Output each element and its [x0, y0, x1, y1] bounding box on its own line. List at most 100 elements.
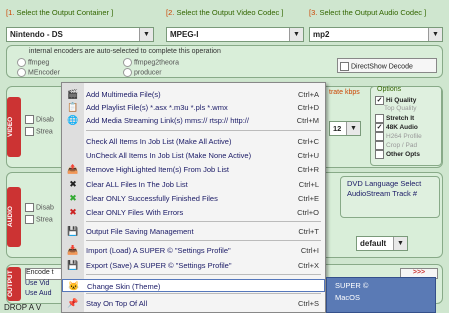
- option-stretch-it[interactable]: Stretch It: [375, 114, 414, 123]
- video-codec-select[interactable]: MPEG-I ▼: [166, 27, 304, 42]
- use-audio-option[interactable]: Use Aud: [25, 290, 51, 297]
- menu-item-label: Clear ONLY Successfully Finished Files: [86, 194, 218, 203]
- menu-item-shortcut: Ctrl+X: [297, 261, 319, 270]
- menu-item-clear-errors[interactable]: ✖ Clear ONLY Files With Errors Ctrl+O: [62, 206, 325, 219]
- settings-icon: [375, 150, 384, 159]
- option-other-opts[interactable]: Other Opts: [375, 150, 420, 159]
- encode-to-field[interactable]: Encode t: [25, 268, 63, 280]
- option-h264-label: H264 Profile: [386, 133, 422, 141]
- checkbox-icon: [25, 203, 34, 212]
- export-profile-icon: 💾: [67, 260, 79, 270]
- encoder-ffmpeg2theora-radio[interactable]: ffmpeg2theora: [123, 58, 179, 67]
- menu-item-shortcut: Ctrl+O: [297, 208, 319, 217]
- video-disable-checkbox[interactable]: Disab: [25, 115, 54, 124]
- settings-icon: [375, 132, 384, 141]
- encoder-mencoder-radio[interactable]: MEncoder: [17, 68, 60, 77]
- header-audio-text: Select the Output Audio Codec ]: [319, 8, 427, 17]
- audio-stream-label: Strea: [36, 216, 53, 224]
- menu-item-shortcut: Ctrl+R: [297, 165, 319, 174]
- menu-item-export-profile[interactable]: 💾 Export (Save) A SUPER © "Settings Profi…: [62, 259, 325, 272]
- menu-item-stay-on-top[interactable]: 📌 Stay On Top Of All Ctrl+S: [62, 297, 325, 310]
- stay-on-top-icon: 📌: [67, 298, 79, 308]
- menu-item-shortcut: Ctrl+I: [300, 246, 319, 255]
- options-title: Options: [377, 86, 402, 93]
- audio-side-label: AUDIO: [7, 187, 21, 247]
- header-audio: [3. Select the Output Audio Codec ]: [309, 8, 426, 22]
- video-disable-label: Disab: [36, 116, 54, 124]
- audio-disable-label: Disab: [36, 204, 54, 212]
- menu-item-label: Stay On Top Of All: [86, 299, 148, 308]
- option-48k-audio[interactable]: ✓ 48K Audio: [375, 123, 418, 132]
- dvd-track-select[interactable]: default ▼: [356, 236, 408, 251]
- skin-option-super[interactable]: SUPER ©: [335, 281, 368, 290]
- directshow-decode-checkbox[interactable]: DirectShow Decode: [337, 58, 437, 73]
- bitrate-select[interactable]: 12 ▼: [329, 121, 361, 136]
- checkbox-checked-icon: ✓: [375, 96, 384, 105]
- video-stream-checkbox[interactable]: Strea: [25, 127, 53, 136]
- dvd-language-label: DVD Language Select: [347, 179, 422, 188]
- options-panel: Options ✓ Hi Quality Top Quality Stretch …: [370, 86, 442, 166]
- dvd-language-panel: DVD Language Select AudioStream Track #: [340, 176, 440, 218]
- remove-highlighted-icon: 📤: [67, 164, 79, 174]
- dvd-audiostream-label: AudioStream Track #: [347, 189, 418, 198]
- option-top-quality[interactable]: Top Quality: [384, 105, 417, 112]
- streaming-icon: 🌐: [67, 115, 79, 125]
- menu-item-remove-highlighted[interactable]: 📤 Remove HighLighted Item(s) From Job Lis…: [62, 163, 325, 176]
- menu-item-shortcut: Ctrl+T: [298, 227, 319, 236]
- import-profile-icon: 📥: [67, 245, 79, 255]
- menu-separator: [86, 130, 321, 131]
- bitrate-label: trate kbps: [329, 89, 360, 96]
- menu-item-clear-finished[interactable]: ✖ Clear ONLY Successfully Finished Files C…: [62, 192, 325, 205]
- radio-icon: [17, 58, 26, 67]
- encoder-ffmpeg-radio[interactable]: ffmpeg: [17, 58, 49, 67]
- audio-codec-select[interactable]: mp2 ▼: [309, 27, 443, 42]
- menu-item-streaming[interactable]: 🌐 Add Media Streaming Link(s) mms:// rtsp…: [62, 114, 325, 127]
- chevron-down-icon: ▼: [346, 122, 360, 135]
- encoder-producer-label: producer: [134, 69, 162, 77]
- option-48k-label: 48K Audio: [386, 124, 418, 132]
- audio-stream-checkbox[interactable]: Strea: [25, 215, 53, 224]
- check-all-icon: [67, 136, 79, 147]
- checkbox-icon: [25, 215, 34, 224]
- option-h264-profile[interactable]: H264 Profile: [375, 132, 422, 141]
- menu-item-shortcut: Ctrl+L: [298, 180, 319, 189]
- menu-item-uncheck-all[interactable]: UnCheck All Items In Job List (Make None…: [62, 149, 325, 162]
- skin-option-macos[interactable]: MacOS: [335, 293, 360, 302]
- menu-item-clear-all[interactable]: ✖ Clear ALL Files In The Job List Ctrl+L: [62, 178, 325, 191]
- menu-separator: [86, 293, 321, 294]
- encoder-ffmpeg2theora-label: ffmpeg2theora: [134, 59, 180, 67]
- change-skin-icon: 🐱: [68, 281, 80, 291]
- checkbox-icon: [25, 127, 34, 136]
- menu-item-check-all[interactable]: Check All Items In Job List (Make All Ac…: [62, 135, 325, 148]
- add-file-icon: 🎬: [67, 89, 79, 99]
- encoder-mencoder-label: MEncoder: [28, 69, 60, 77]
- checkbox-checked-icon: ✓: [375, 123, 384, 132]
- chevron-down-icon: ▼: [139, 28, 153, 41]
- menu-item-add-file[interactable]: 🎬 Add Multimedia File(s) Ctrl+A: [62, 88, 325, 101]
- menu-item-shortcut: Ctrl+M: [296, 116, 319, 125]
- audio-disable-checkbox[interactable]: Disab: [25, 203, 54, 212]
- radio-icon: [17, 68, 26, 77]
- option-hi-quality[interactable]: ✓ Hi Quality: [375, 96, 416, 105]
- menu-separator: [86, 274, 321, 275]
- header-audio-num: [3.: [309, 8, 318, 17]
- menu-item-import-profile[interactable]: 📥 Import (Load) A SUPER © "Settings Profi…: [62, 244, 325, 257]
- encoder-producer-radio[interactable]: producer: [123, 68, 162, 77]
- directshow-label: DirectShow Decode: [351, 63, 413, 71]
- container-select[interactable]: Nintendo - DS ▼: [6, 27, 154, 42]
- menu-item-change-skin[interactable]: 🐱 Change Skin (Theme): [62, 279, 325, 292]
- clear-errors-icon: ✖: [69, 207, 77, 217]
- checkbox-icon: [375, 114, 384, 123]
- use-video-option[interactable]: Use Vid: [25, 280, 49, 287]
- checkbox-icon: [340, 62, 349, 71]
- chevron-down-icon: ▼: [289, 28, 303, 41]
- menu-item-label: Export (Save) A SUPER © "Settings Profil…: [86, 261, 232, 270]
- video-codec-select-value: MPEG-I: [170, 30, 199, 39]
- chevron-down-icon: ▼: [428, 28, 442, 41]
- menu-item-output-saving[interactable]: 💾 Output File Saving Management Ctrl+T: [62, 225, 325, 238]
- option-crop-pad[interactable]: Crop / Pad: [375, 141, 417, 150]
- bitrate-value: 12: [333, 124, 342, 133]
- menu-item-playlist[interactable]: 📋 Add Playlist File(s) *.asx *.m3u *.pls …: [62, 101, 325, 114]
- video-side-label: VIDEO: [7, 97, 21, 157]
- option-crop-label: Crop / Pad: [386, 142, 418, 150]
